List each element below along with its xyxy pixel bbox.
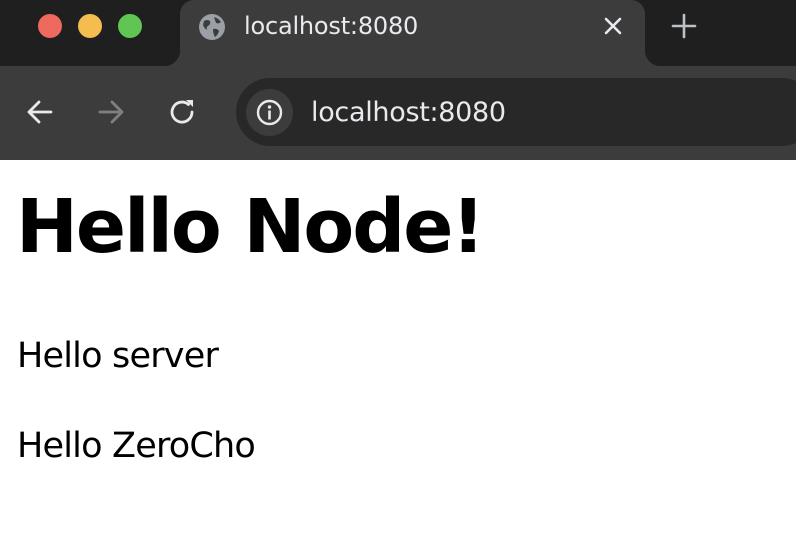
globe-icon (197, 12, 227, 42)
page-heading: Hello Node! (16, 184, 485, 270)
browser-chrome: localhost:8080 localhost:8080 (0, 0, 796, 160)
url-text[interactable]: localhost:8080 (311, 96, 506, 130)
info-icon (256, 99, 283, 126)
reload-icon (170, 100, 194, 124)
reload-button[interactable] (167, 96, 199, 128)
arrow-left-icon (27, 100, 53, 124)
page-content: Hello Node! Hello server Hello ZeroCho (0, 160, 796, 548)
window-close-button[interactable] (38, 14, 62, 38)
site-info-button[interactable] (246, 89, 293, 136)
new-tab-button[interactable] (670, 12, 698, 40)
close-icon[interactable] (600, 13, 626, 39)
tab-strip: localhost:8080 (0, 0, 796, 66)
window-minimize-button[interactable] (78, 14, 102, 38)
arrow-right-icon (98, 100, 124, 124)
back-button[interactable] (24, 96, 56, 128)
forward-button[interactable] (95, 96, 127, 128)
plus-icon (671, 13, 697, 39)
tab-title: localhost:8080 (244, 12, 419, 40)
tab-active[interactable]: localhost:8080 (164, 0, 661, 66)
window-maximize-button[interactable] (118, 14, 142, 38)
paragraph: Hello server (17, 336, 219, 376)
address-bar[interactable]: localhost:8080 (236, 78, 796, 146)
toolbar: localhost:8080 (0, 66, 796, 160)
paragraph: Hello ZeroCho (17, 426, 256, 466)
